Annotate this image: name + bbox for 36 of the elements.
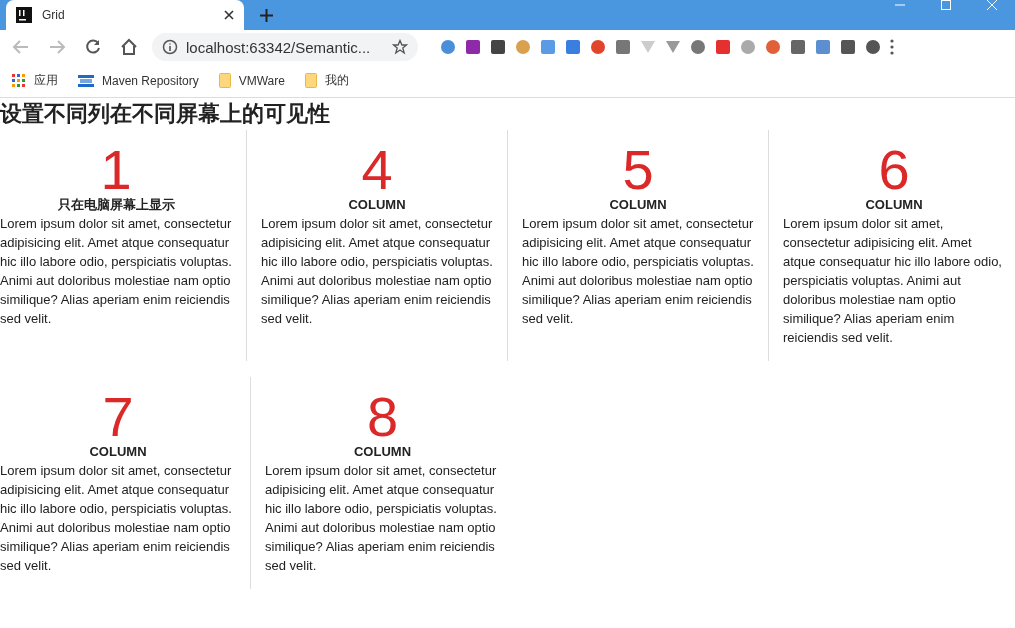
info-icon [162,39,178,55]
bookmark-link[interactable]: VMWare [238,73,285,88]
column-header: COLUMN [864,196,924,214]
more-menu-icon[interactable] [890,39,894,55]
column-text: Lorem ipsum dolor sit amet, consectetur adipisicing elit. Amet atque consequatur hic illo labore odio, perspiciatis voluptas. Animi aut doloribus molestiae nam optio similique? Alias aperiam enim reiciendis sed velit. [0,215,232,328]
column-text: Lorem ipsum dolor sit amet, consectetur adipisicing elit. Amet atque consequatur hic illo labore odio, perspiciatis voluptas. Animi aut doloribus molestiae nam optio similique? Alias aperiam enim reiciendis sed velit. [261,215,493,328]
tab-title: Grid [42,8,66,22]
column-text: Lorem ipsum dolor sit amet, consectetur adipisicing elit. Amet atque consequatur hic illo labore odio, perspiciatis voluptas. Animi aut doloribus molestiae nam optio similique? Alias aperiam enim reiciendis sed velit. [522,215,754,328]
plus-icon[interactable] [259,8,273,22]
folder-icon [218,73,231,88]
column-number: 5 [622,144,654,196]
mvn-logo-icon [78,74,94,87]
bookmark-link[interactable]: Maven Repository [102,73,199,88]
bookmark-link[interactable]: 应用 [34,72,58,89]
bookmark-link[interactable]: 我的 [324,72,349,89]
apps-grid-icon [12,73,26,88]
column-header: COLUMN [608,196,668,214]
column-number: 6 [878,144,910,196]
browser-tab[interactable]: Grid [6,0,244,30]
close-icon[interactable] [224,10,234,20]
column-header: COLUMN [352,443,412,461]
column-header: COLUMN [347,196,407,214]
ij-logo-icon [16,7,32,23]
folder-icon [304,73,317,88]
column-header: COLUMN [88,443,148,461]
column-number: 8 [366,391,399,443]
column-text: Lorem ipsum dolor sit amet, consectetur adipisicing elit. Amet atque consequatur hic illo labore odio, perspiciatis voluptas. Animi aut doloribus molestiae nam optio similique? Alias aperiam enim reiciendis sed velit. [783,215,1003,347]
column-number: 4 [361,144,393,196]
column-number: 1 [100,144,132,196]
column-number: 7 [102,391,134,443]
page-heading: 设置不同列在不同屏幕上的可见性 [0,100,331,128]
column-header: 只在电脑屏幕上显示 [56,196,176,214]
star-icon[interactable] [392,39,408,55]
column-text: Lorem ipsum dolor sit amet, consectetur adipisicing elit. Amet atque consequatur hic illo labore odio, perspiciatis voluptas. Animi aut doloribus molestiae nam optio similique? Alias aperiam enim reiciendis sed velit. [265,462,497,575]
column-text: Lorem ipsum dolor sit amet, consectetur adipisicing elit. Amet atque consequatur hic illo labore odio, perspiciatis voluptas. Animi aut doloribus molestiae nam optio similique? Alias aperiam enim reiciendis sed velit. [0,462,232,575]
address-bar[interactable]: localhost:63342/Semantic... [152,33,418,61]
